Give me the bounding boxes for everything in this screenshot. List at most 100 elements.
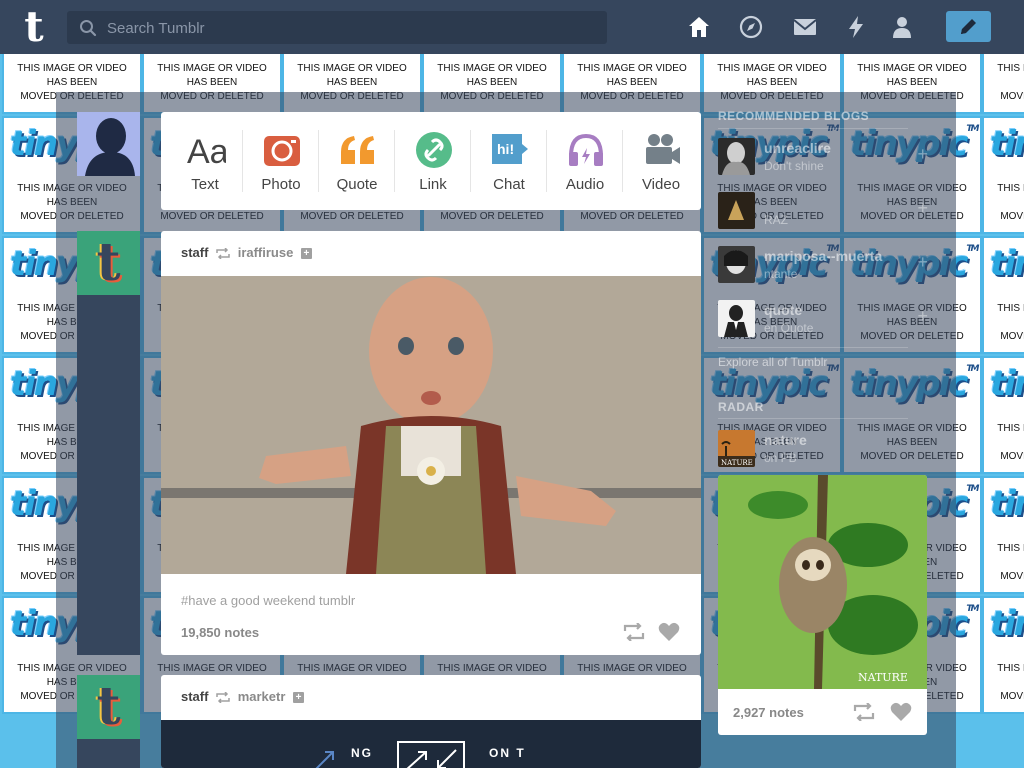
- post-type-video[interactable]: Video: [623, 112, 699, 210]
- deleted-image-tile: tinypicTMTHIS IMAGE OR VIDEOHAS BEENMOVE…: [982, 54, 1024, 114]
- deleted-image-tile: tinypicTMTHIS IMAGE OR VIDEOHAS BEENMOVE…: [982, 356, 1024, 474]
- divider: [718, 347, 908, 348]
- post-type-chat[interactable]: hi! Chat: [471, 112, 547, 210]
- account-icon[interactable]: [889, 14, 915, 40]
- explore-all-link[interactable]: Explore all of Tumblr: [718, 355, 827, 369]
- reblog-source[interactable]: marketr: [238, 689, 286, 704]
- silhouette-icon: [85, 118, 135, 176]
- post-type-label: Text: [191, 176, 219, 193]
- post-type-label: Quote: [336, 176, 378, 193]
- recommended-blog-item[interactable]: unreaclire Don't shine +: [718, 138, 928, 178]
- reblog-source[interactable]: iraffiruse: [238, 245, 294, 260]
- recommended-blog-item[interactable]: mariposa--muerta ntante +: [718, 246, 928, 286]
- home-icon[interactable]: [686, 14, 712, 40]
- follow-plus-icon[interactable]: +: [917, 144, 928, 165]
- blog-name: mariposa--muerta: [764, 248, 883, 264]
- blog-avatar: [718, 246, 755, 283]
- staff-avatar[interactable]: t: [77, 231, 140, 295]
- moved-or-deleted-text: THIS IMAGE OR VIDEOHAS BEENMOVED OR DELE…: [997, 543, 1024, 582]
- tumblr-t-icon: t: [96, 232, 121, 293]
- post-type-label: Photo: [261, 176, 301, 193]
- post-type-quote[interactable]: Quote: [319, 112, 395, 210]
- reblog-button-icon[interactable]: [853, 703, 875, 721]
- follow-plus-icon[interactable]: +: [917, 252, 928, 273]
- tumblr-logo[interactable]: t: [14, 6, 54, 48]
- radar-heading: RADAR: [718, 400, 764, 414]
- like-heart-icon[interactable]: [890, 702, 912, 722]
- arrow-up-icon: [315, 751, 334, 768]
- link-icon: [416, 132, 452, 168]
- svg-text:Aa: Aa: [187, 133, 226, 170]
- blog-subtitle: on PB: [764, 451, 797, 465]
- blog-name: unreaclire: [764, 140, 831, 156]
- follow-plus-icon[interactable]: +: [293, 692, 305, 704]
- left-rail: [77, 295, 140, 655]
- post-author[interactable]: staff: [181, 689, 208, 704]
- compose-button[interactable]: [946, 11, 991, 42]
- moved-or-deleted-text: THIS IMAGE OR VIDEOHAS BEENMOVED OR DELE…: [997, 63, 1024, 102]
- tinypic-logo: tinypicTM: [990, 484, 1024, 524]
- headphones-icon: [569, 133, 603, 166]
- radar-post-notes[interactable]: 2,927 notes: [733, 705, 804, 720]
- moved-or-deleted-text: THIS IMAGE OR VIDEOHAS BEENMOVED OR DELE…: [997, 183, 1024, 222]
- text-icon: Aa: [187, 133, 226, 170]
- divider: [718, 128, 908, 129]
- post-type-label: Video: [641, 176, 681, 193]
- pencil-icon: [961, 19, 976, 34]
- camera-icon: [264, 136, 300, 166]
- radar-blog-item[interactable]: NATURE nature on PB: [718, 430, 908, 470]
- reblog-icon: [216, 248, 230, 260]
- explore-icon[interactable]: [738, 14, 764, 40]
- tumblr-t-icon: t: [96, 676, 121, 737]
- chat-icon: hi!: [492, 134, 528, 164]
- post: staff iraffiruse + #have a good weekend …: [161, 231, 701, 655]
- search-icon: [80, 20, 97, 37]
- blog-subtitle: en Quote: [764, 321, 814, 335]
- post-author[interactable]: staff: [181, 245, 208, 260]
- deleted-image-tile: tinypicTM THIS IMAGE OR VIDEOHAS BEENMOVE…: [982, 236, 1024, 354]
- moved-or-deleted-text: THIS IMAGE OR VIDEOHAS BEENMOVED OR DELE…: [997, 663, 1024, 702]
- tinypic-logo: tinypicTM: [990, 244, 1024, 284]
- post-tags[interactable]: #have a good weekend tumblr: [181, 593, 355, 608]
- divider: [718, 418, 908, 419]
- top-navigation: t: [0, 0, 1024, 54]
- moved-or-deleted-text: THIS IMAGE OR VIDEOHAS BEENMOVED OR DELE…: [997, 303, 1024, 342]
- post-type-label: Link: [419, 176, 447, 193]
- recommended-blog-item[interactable]: RAZ +: [718, 192, 928, 232]
- blog-name: quote: [764, 302, 803, 318]
- search-input[interactable]: [105, 11, 599, 46]
- post-type-link[interactable]: Link: [395, 112, 471, 210]
- post: staff marketr + NG ON T: [161, 675, 701, 768]
- tinypic-logo: tinypicTM: [990, 124, 1024, 164]
- left-rail: [77, 739, 140, 768]
- follow-plus-icon[interactable]: +: [300, 248, 312, 260]
- recommended-blog-item[interactable]: quote en Quote +: [718, 300, 928, 340]
- recommended-blogs-heading: RECOMMENDED BLOGS: [718, 109, 870, 123]
- post-type-bar: Aa Text Photo Quote Link hi! Chat Audio …: [161, 112, 701, 210]
- user-avatar[interactable]: [77, 112, 140, 176]
- post-header: staff iraffiruse +: [181, 245, 312, 260]
- blog-avatar: [718, 300, 755, 337]
- post-type-audio[interactable]: Audio: [547, 112, 623, 210]
- video-camera-icon: [646, 134, 680, 164]
- blog-subtitle: ntante: [764, 267, 798, 281]
- follow-plus-icon[interactable]: +: [917, 198, 928, 219]
- post-notes[interactable]: 19,850 notes: [181, 625, 259, 640]
- banner-text: NG: [351, 746, 373, 760]
- radar-sloth-image[interactable]: NATURE: [718, 475, 927, 689]
- banner-text: ON T: [489, 746, 526, 760]
- post-gif-doll[interactable]: [161, 276, 701, 574]
- staff-avatar[interactable]: t: [77, 675, 140, 739]
- reblog-icon: [216, 692, 230, 704]
- arrows-icon: [397, 741, 465, 768]
- post-image-banner[interactable]: NG ON T: [161, 720, 701, 768]
- search-bar[interactable]: [67, 11, 607, 46]
- right-sidebar: RECOMMENDED BLOGS unreaclire Don't shine…: [710, 100, 950, 768]
- post-type-photo[interactable]: Photo: [243, 112, 319, 210]
- inbox-icon[interactable]: [792, 14, 818, 40]
- like-heart-icon[interactable]: [658, 622, 680, 642]
- reblog-button-icon[interactable]: [623, 623, 645, 641]
- activity-icon[interactable]: [843, 14, 869, 40]
- post-type-text[interactable]: Aa Text: [167, 112, 243, 210]
- follow-plus-icon[interactable]: +: [917, 306, 928, 327]
